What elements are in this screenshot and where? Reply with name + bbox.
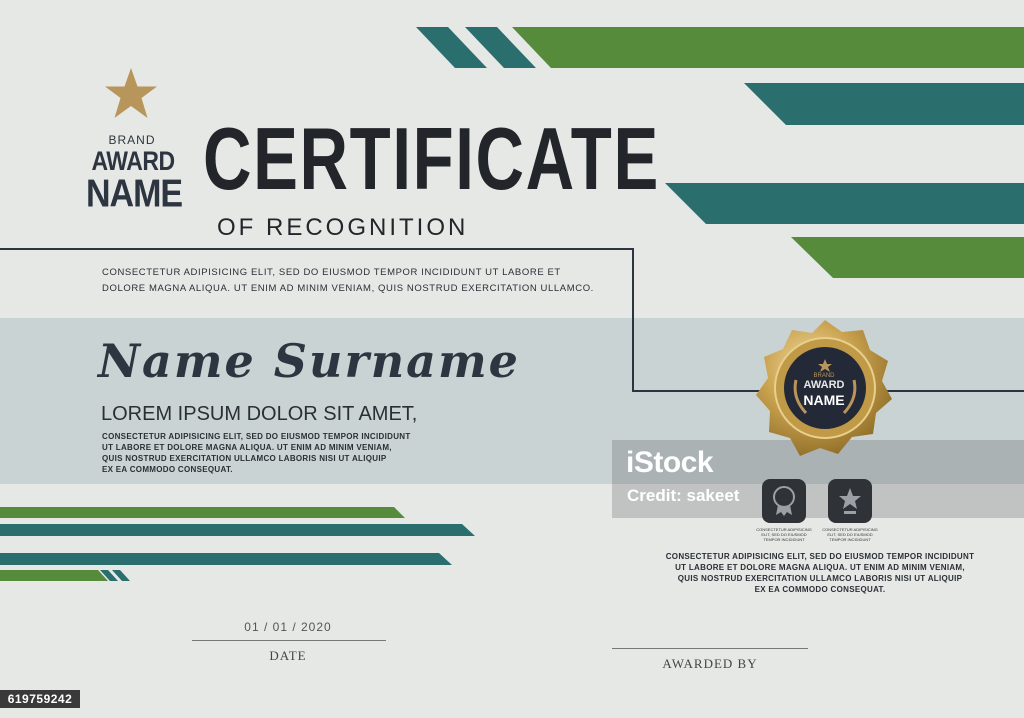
right-description: CONSECTETUR ADIPISICING ELIT, SED DO EIU… — [640, 551, 1000, 595]
trophy-stamp-icon — [828, 479, 872, 523]
body-text: CONSECTETUR ADIPISICING ELIT, SED DO EIU… — [102, 431, 411, 475]
certificate-title: CERTIFICATE — [203, 109, 660, 208]
intro-line-1: CONSECTETUR ADIPISICING ELIT, SED DO EIU… — [102, 267, 561, 278]
istock-watermark-logo: iStock — [626, 446, 714, 479]
right-line-2: UT LABORE ET DOLORE MAGNA ALIQUA. UT ENI… — [675, 563, 965, 572]
recipient-name: Name Surname — [98, 334, 520, 388]
intro-line-2: DOLORE MAGNA ALIQUA. UT ENIM AD MINIM VE… — [102, 283, 594, 294]
image-id-badge: 619759242 — [0, 690, 80, 708]
intro-text: CONSECTETUR ADIPISICING ELIT, SED DO EIU… — [102, 265, 594, 297]
seal-name-label: NAME — [803, 392, 845, 408]
stripe-bottom-teal-2 — [0, 553, 452, 565]
stamp-caption-1: CONSECTETUR ADIPISICING ELIT, SED DO EIU… — [756, 527, 812, 542]
stripe-bottom-teal-1 — [0, 524, 475, 536]
right-line-3: QUIS NOSTRUD EXERCITATION ULLAMCO LABORI… — [677, 574, 963, 583]
date-value: 01 / 01 / 2020 — [244, 620, 332, 634]
certificate-canvas: BRAND AWARD NAME CERTIFICATE OF RECOGNIT… — [0, 0, 1024, 718]
certificate-subtitle: OF RECOGNITION — [217, 214, 469, 241]
watermark-credit: Credit: sakeet — [627, 486, 740, 505]
body-line-4: EX EA COMMODO CONSEQUAT. — [102, 465, 233, 474]
stripe-green-2 — [791, 237, 1024, 278]
right-line-1: CONSECTETUR ADIPISICING ELIT, SED DO EIU… — [665, 552, 975, 561]
seal-award-label: AWARD — [803, 379, 845, 391]
body-line-3: QUIS NOSTRUD EXERCITATION ULLAMCO LABORI… — [102, 454, 387, 463]
frame-line-top — [0, 248, 634, 250]
body-line-2: UT LABORE ET DOLORE MAGNA ALIQUA. UT ENI… — [102, 443, 392, 452]
frame-line-side — [632, 248, 634, 392]
stamp-caption-2: CONSECTETUR ADIPISICING ELIT, SED DO EIU… — [822, 527, 878, 542]
date-label: DATE — [269, 648, 307, 663]
stripe-top-green — [512, 27, 1024, 68]
awarded-by-label: AWARDED BY — [662, 656, 758, 671]
headline-text: LOREM IPSUM DOLOR SIT AMET, — [101, 403, 418, 425]
stripe-teal-1 — [744, 83, 1024, 125]
right-line-4: EX EA COMMODO CONSEQUAT. — [754, 585, 886, 594]
stripe-teal-2 — [665, 183, 1024, 224]
star-icon — [105, 68, 157, 118]
date-signature-line — [192, 640, 386, 641]
body-line-1: CONSECTETUR ADIPISICING ELIT, SED DO EIU… — [102, 432, 411, 441]
stripe-bottom-green-1 — [0, 507, 405, 518]
ribbon-stamp-icon — [762, 479, 806, 523]
stripe-bottom-green-2 — [0, 570, 108, 581]
brand-label: BRAND — [108, 133, 156, 147]
brand-name-label: NAME — [86, 172, 183, 216]
awarded-signature-line — [612, 648, 808, 649]
